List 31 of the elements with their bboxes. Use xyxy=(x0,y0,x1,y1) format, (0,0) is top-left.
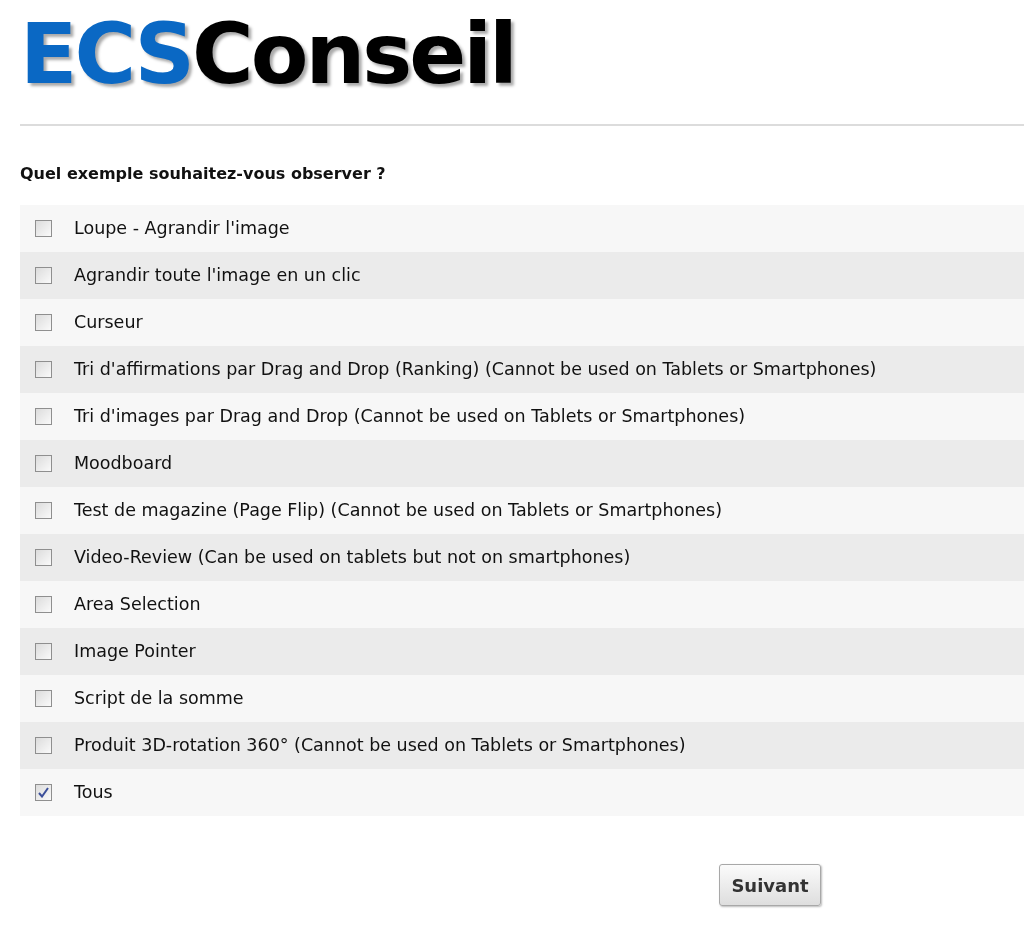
option-label: Tri d'affirmations par Drag and Drop (Ranking) (Cannot be used on Tablets or Smartphones) xyxy=(74,358,877,382)
checkbox[interactable] xyxy=(35,408,52,425)
option-label: Produit 3D-rotation 360° (Cannot be used on Tablets or Smartphones) xyxy=(74,734,686,758)
checkbox[interactable] xyxy=(35,314,52,331)
option-label: Curseur xyxy=(74,311,143,335)
checkbox[interactable] xyxy=(35,737,52,754)
option-label: Script de la somme xyxy=(74,687,244,711)
checkbox[interactable] xyxy=(35,267,52,284)
next-button[interactable]: Suivant xyxy=(719,864,821,906)
checkbox[interactable] xyxy=(35,361,52,378)
logo-name: Conseil xyxy=(192,12,515,96)
option-label: Tous xyxy=(74,781,113,805)
checkmark-icon xyxy=(38,787,49,798)
checkbox[interactable] xyxy=(35,643,52,660)
checkbox[interactable] xyxy=(35,549,52,566)
checkbox[interactable] xyxy=(35,455,52,472)
option-label: Tri d'images par Drag and Drop (Cannot be used on Tablets or Smartphones) xyxy=(74,405,746,429)
option-label: Video-Review (Can be used on tablets but not on smartphones) xyxy=(74,546,631,570)
option-label: Test de magazine (Page Flip) (Cannot be used on Tablets or Smartphones) xyxy=(74,499,722,523)
logo-accent: ECS xyxy=(20,12,193,96)
checkbox[interactable] xyxy=(35,690,52,707)
option-label: Image Pointer xyxy=(74,640,196,664)
checkbox[interactable] xyxy=(35,502,52,519)
option-label: Agrandir toute l'image en un clic xyxy=(74,264,361,288)
question: Quel exemple souhaitez-vous observer ? xyxy=(20,164,386,183)
checkbox[interactable] xyxy=(35,220,52,237)
option-label: Moodboard xyxy=(74,452,173,476)
checkbox[interactable] xyxy=(35,596,52,613)
option-label: Loupe - Agrandir l'image xyxy=(74,217,290,241)
option-label: Area Selection xyxy=(74,593,201,617)
checkbox[interactable] xyxy=(35,784,52,801)
